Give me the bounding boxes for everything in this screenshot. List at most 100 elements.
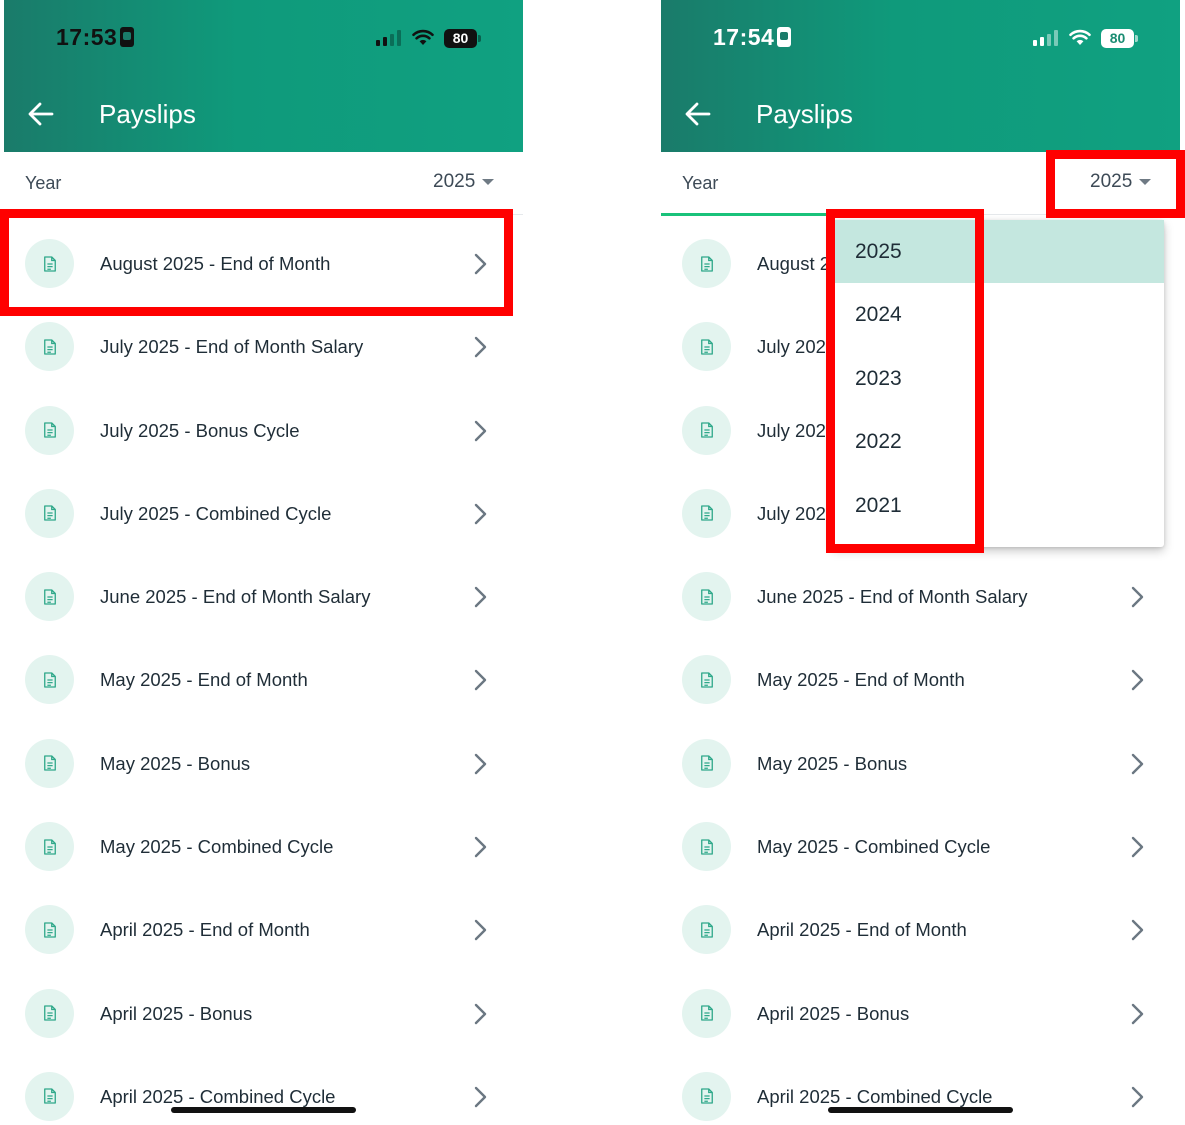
year-select-value: 2025 [433,171,476,192]
document-icon [25,1071,74,1121]
payslip-list-item[interactable]: April 2025 - End of Month [661,888,1180,971]
document-icon [25,905,74,955]
payslip-list-item[interactable]: July 2025 - Combined Cycle [4,472,523,555]
back-arrow-icon[interactable] [685,101,711,127]
document-icon [682,738,731,788]
payslip-title: May 2025 - Combined Cycle [100,836,334,858]
signal-icon [376,30,402,46]
focus-mode-icon [120,27,135,47]
tab-indicator [661,213,829,216]
payslip-title: April 2025 - Bonus [100,1002,253,1024]
document-icon [682,905,731,955]
chevron-right-icon [468,501,492,527]
chevron-right-icon [1125,751,1149,777]
payslip-title: April 2025 - Combined Cycle [757,1085,993,1107]
payslip-list-item[interactable]: April 2025 - Combined Cycle [4,1055,523,1125]
payslip-list-item[interactable]: April 2025 - Bonus [4,972,523,1055]
focus-mode-icon [777,27,792,47]
status-bar-time: 17:54 [713,24,792,51]
document-icon [682,322,731,372]
document-icon [25,488,74,538]
document-icon [682,655,731,705]
payslip-title: April 2025 - Combined Cycle [100,1085,336,1107]
payslip-title: July 2025 - Combined Cycle [100,502,332,524]
payslip-title: July 2025 - Bonus Cycle [100,419,300,441]
chevron-right-icon [1125,1001,1149,1027]
payslip-title: July 202 [757,502,826,524]
payslip-title: June 2025 - End of Month Salary [100,586,371,608]
back-arrow-icon[interactable] [28,101,54,127]
payslip-title: June 2025 - End of Month Salary [757,586,1028,608]
payslip-title: July 202 [757,336,826,358]
caret-down-icon [482,179,495,185]
chevron-right-icon [1125,584,1149,610]
year-select[interactable]: 2025 [433,171,495,193]
payslip-list-item[interactable]: June 2025 - End of Month Salary [4,555,523,638]
payslip-list-item[interactable]: June 2025 - End of Month Salary [661,555,1180,638]
document-icon [25,322,74,372]
chevron-right-icon [468,1001,492,1027]
payslip-title: May 2025 - End of Month [100,669,308,691]
screenshot-canvas: 17:53 80 Payslips Year 2025 August 2025 … [0,0,1185,1125]
payslip-list-item[interactable]: May 2025 - End of Month [4,638,523,721]
highlight-box-year-select [1046,150,1185,218]
page-title: Payslips [756,99,853,129]
chevron-right-icon [468,584,492,610]
status-bar-time: 17:53 [56,24,135,51]
document-icon [682,488,731,538]
payslip-list-item[interactable]: May 2025 - End of Month [661,638,1180,721]
payslip-list-item[interactable]: May 2025 - Bonus [4,722,523,805]
battery-icon: 80 [444,29,481,48]
payslip-list-item[interactable]: April 2025 - Combined Cycle [661,1055,1180,1125]
payslip-title: April 2025 - End of Month [757,919,967,941]
chevron-right-icon [468,418,492,444]
chevron-right-icon [468,917,492,943]
payslip-list-item[interactable]: April 2025 - Bonus [661,972,1180,1055]
document-icon [25,405,74,455]
payslip-list-item[interactable]: July 2025 - End of Month Salary [4,305,523,388]
chevron-right-icon [1125,1084,1149,1110]
chevron-right-icon [1125,834,1149,860]
document-icon [25,822,74,872]
document-icon [682,405,731,455]
document-icon [682,822,731,872]
document-icon [682,572,731,622]
document-icon [682,239,731,288]
document-icon [25,738,74,788]
document-icon [682,988,731,1038]
chevron-right-icon [468,1084,492,1110]
payslip-title: August 2 [757,253,831,274]
payslip-list-item[interactable]: April 2025 - End of Month [4,888,523,971]
document-icon [25,988,74,1038]
home-indicator [828,1107,1013,1113]
payslip-list-item[interactable]: May 2025 - Combined Cycle [4,805,523,888]
chevron-right-icon [1125,667,1149,693]
year-filter-row: Year 2025 [4,152,523,215]
battery-icon: 80 [1101,29,1138,48]
app-header: 17:54 80 Payslips [661,0,1180,152]
payslip-list: August 2025 - End of Month July 2025 - En… [4,222,523,1125]
payslip-list-item[interactable]: May 2025 - Combined Cycle [661,805,1180,888]
payslip-title: May 2025 - Bonus [100,752,251,774]
payslip-title: May 2025 - Combined Cycle [757,836,991,858]
payslip-title: July 202 [757,419,826,441]
year-label: Year [25,173,62,193]
payslip-title: May 2025 - Bonus [757,752,908,774]
chevron-right-icon [468,334,492,360]
document-icon [25,572,74,622]
chevron-right-icon [468,667,492,693]
chevron-right-icon [1125,917,1149,943]
home-indicator [171,1107,356,1113]
payslip-title: April 2025 - Bonus [757,1002,910,1024]
document-icon [25,655,74,705]
phone-screen-left: 17:53 80 Payslips Year 2025 August 2025 … [4,0,523,1125]
payslip-list-item[interactable]: May 2025 - Bonus [661,722,1180,805]
chevron-right-icon [468,834,492,860]
payslip-title: May 2025 - End of Month [757,669,965,691]
year-label: Year [682,173,719,193]
wifi-icon [412,29,434,45]
document-icon [682,1071,731,1121]
payslip-list-item[interactable]: July 2025 - Bonus Cycle [4,389,523,472]
payslip-title: April 2025 - End of Month [100,919,310,941]
highlight-box-first-payslip [0,209,513,316]
